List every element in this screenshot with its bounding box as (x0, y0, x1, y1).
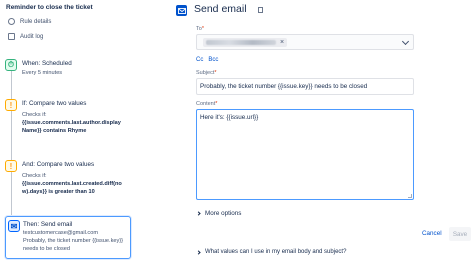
more-options-label: More options (205, 210, 242, 217)
label-text: Content (196, 101, 216, 107)
redacted-email (206, 40, 276, 45)
required-mark: * (214, 70, 217, 76)
step-detail: {{issue.comments.last.created.diff(no (22, 181, 122, 187)
nav-rule-details[interactable]: Rule details (8, 18, 51, 25)
step-detail: Checks if: (22, 173, 47, 179)
rule-title: Reminder to close the ticket (6, 4, 93, 11)
to-field[interactable]: × (196, 34, 414, 50)
to-label: To* (196, 26, 204, 32)
gear-icon (8, 18, 15, 25)
step-detail: needs to be closed (23, 246, 70, 252)
recipient-chip[interactable]: × (203, 38, 287, 47)
step-detail: testcustomercase@gmail.com (23, 230, 99, 236)
required-mark: * (215, 101, 218, 107)
step-title: Then: Send email (23, 221, 73, 228)
subject-input[interactable]: Probably, the ticket number {{issue.key}… (196, 78, 414, 95)
clock-icon: ⏱ (5, 59, 17, 71)
step-detail: {{issue.comments.last.author.display (22, 120, 121, 126)
chevron-right-icon (196, 211, 201, 216)
nav-audit-log[interactable]: Audit log (8, 33, 43, 40)
chevron-down-icon[interactable] (401, 37, 410, 46)
nav-label: Rule details (20, 18, 52, 25)
rule-outline-panel: Reminder to close the ticket Rule detail… (0, 0, 140, 263)
faq-toggle[interactable]: What values can I use in my email body a… (196, 249, 347, 255)
email-icon (176, 5, 187, 16)
step-detail: Probably, the ticket number {{issue.key}… (23, 238, 124, 244)
step-detail: Every 5 minutes (22, 70, 63, 76)
subject-label: Subject* (196, 70, 217, 76)
step-detail: Checks if: (22, 112, 47, 118)
bcc-link[interactable]: Bcc (208, 57, 218, 63)
page-title: Send email (194, 3, 247, 15)
resize-handle-icon[interactable] (408, 194, 412, 198)
document-icon (8, 33, 15, 40)
cancel-button[interactable]: Cancel (422, 230, 442, 237)
nav-label: Audit log (20, 33, 44, 40)
step-title: When: Scheduled (22, 60, 72, 67)
faq-label: What values can I use in my email body a… (205, 249, 347, 255)
cc-link[interactable]: Cc (196, 57, 203, 63)
content-text: Here it's: {{issue.url}} (200, 114, 259, 121)
step-detail: Name}} contains Rhyme (22, 128, 87, 134)
chevron-right-icon (196, 249, 201, 255)
condition-icon: ! (5, 99, 17, 111)
step-condition-if[interactable]: ! If: Compare two values Checks if: {{is… (5, 99, 131, 139)
content-textarea[interactable]: Here it's: {{issue.url}} (196, 109, 414, 200)
label-text: Subject (196, 70, 215, 76)
step-trigger[interactable]: ⏱ When: Scheduled Every 5 minutes (5, 59, 131, 81)
step-title: If: Compare two values (22, 100, 87, 107)
email-icon: ✉ (8, 220, 20, 232)
step-detail: w).days}} is greater than 10 (22, 189, 95, 195)
required-mark: * (201, 26, 204, 32)
step-condition-and[interactable]: ! And: Compare two values Checks if: {{i… (5, 160, 131, 200)
step-action-send-email[interactable]: ✉ Then: Send email testcustomercase@gmai… (5, 216, 131, 259)
save-button[interactable]: Save (449, 227, 471, 241)
more-options-toggle[interactable]: More options (196, 210, 242, 217)
cc-bcc-links: Cc Bcc (196, 57, 223, 63)
trash-icon[interactable] (258, 7, 263, 13)
condition-icon: ! (5, 160, 17, 172)
remove-recipient-icon[interactable]: × (280, 38, 284, 47)
content-label: Content* (196, 101, 217, 107)
step-title: And: Compare two values (22, 161, 95, 168)
